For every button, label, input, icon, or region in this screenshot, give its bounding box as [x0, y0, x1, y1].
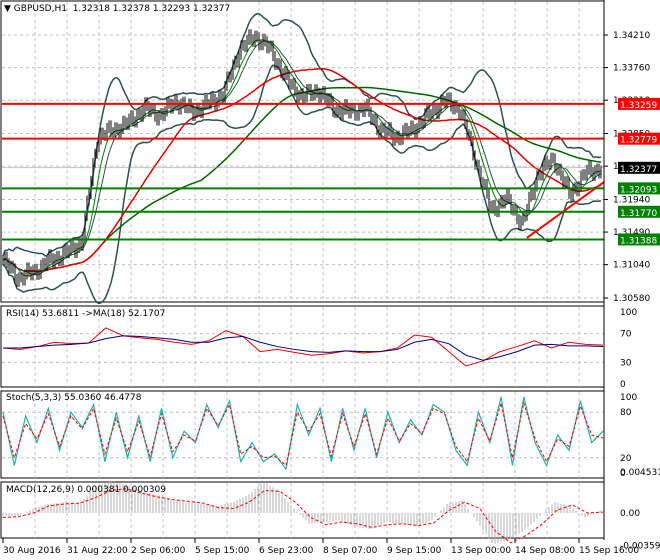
- x-tick-label: 13 Sep 00:00: [451, 546, 511, 556]
- stoch-tick-label: 100: [620, 393, 637, 403]
- low-value: 1.32293: [152, 4, 191, 14]
- high-value: 1.32378: [112, 4, 151, 14]
- y-tick-label: 1.31940: [613, 195, 650, 205]
- x-tick-label: 9 Sep 15:00: [387, 546, 442, 556]
- chart-title: ▼ GBPUSD,H1 1.32318 1.32378 1.32293 1.32…: [4, 4, 230, 14]
- pane-frame-2: [0, 390, 605, 479]
- rsi-tick-label: 100: [620, 308, 637, 318]
- x-tick-label: 30 Aug 2016: [3, 546, 61, 556]
- macd-tick-label: -0.003597: [620, 541, 660, 551]
- stoch-tick-label: 80: [620, 408, 632, 418]
- stoch-title: Stoch(5,3,3) 55.0360 46.4778: [6, 393, 142, 403]
- x-tick-label: 8 Sep 07:00: [323, 546, 378, 556]
- price-label: 1.33259: [620, 101, 657, 111]
- symbol-label: GBPUSD,H1: [13, 4, 67, 14]
- y-tick-label: 1.34210: [613, 31, 650, 41]
- price-label: 1.31770: [620, 209, 657, 219]
- dropdown-triangle-icon[interactable]: ▼: [4, 4, 11, 14]
- rsi-tick-label: 0: [620, 380, 626, 390]
- macd-tick-label: 0.00: [620, 509, 640, 519]
- close-value: 1.32377: [192, 4, 231, 14]
- x-tick-label: 2 Sep 06:00: [131, 546, 186, 556]
- y-tick-label: 1.30580: [613, 294, 650, 304]
- open-value: 1.32318: [72, 4, 110, 14]
- chart-canvas[interactable]: 30 Aug 2016 31 Aug 22:00 2 Sep 06:00 5 Sep …: [0, 0, 660, 560]
- price-label: 1.32779: [620, 136, 657, 146]
- macd-tick-label: 0.004531: [620, 468, 660, 478]
- rsi-tick-label: 70: [620, 330, 632, 340]
- stoch-main-line: [2, 396, 604, 471]
- x-tick-label: 5 Sep 15:00: [195, 546, 250, 556]
- y-tick-label: 1.31040: [613, 261, 650, 271]
- x-tick-label: 14 Sep 08:00: [515, 546, 575, 556]
- y-tick-label: 1.33760: [613, 64, 650, 74]
- price-label: 1.32377: [620, 165, 657, 175]
- x-tick-label: 31 Aug 22:00: [67, 546, 128, 556]
- macd-title: MACD(12,26,9) 0.000381 0.000309: [6, 485, 166, 495]
- stoch-tick-label: 20: [620, 454, 632, 464]
- price-label: 1.32093: [620, 185, 657, 195]
- x-tick-label: 6 Sep 23:00: [259, 546, 314, 556]
- chart-window[interactable]: 30 Aug 2016 31 Aug 22:00 2 Sep 06:00 5 Sep …: [0, 0, 660, 560]
- trend-line: [526, 181, 605, 239]
- rsi-title: RSI(14) 53.6811 ->MA(18) 52.1707: [6, 309, 166, 319]
- price-label: 1.31388: [620, 236, 657, 246]
- rsi-tick-label: 30: [620, 358, 632, 368]
- bollinger-upper: [2, 13, 602, 257]
